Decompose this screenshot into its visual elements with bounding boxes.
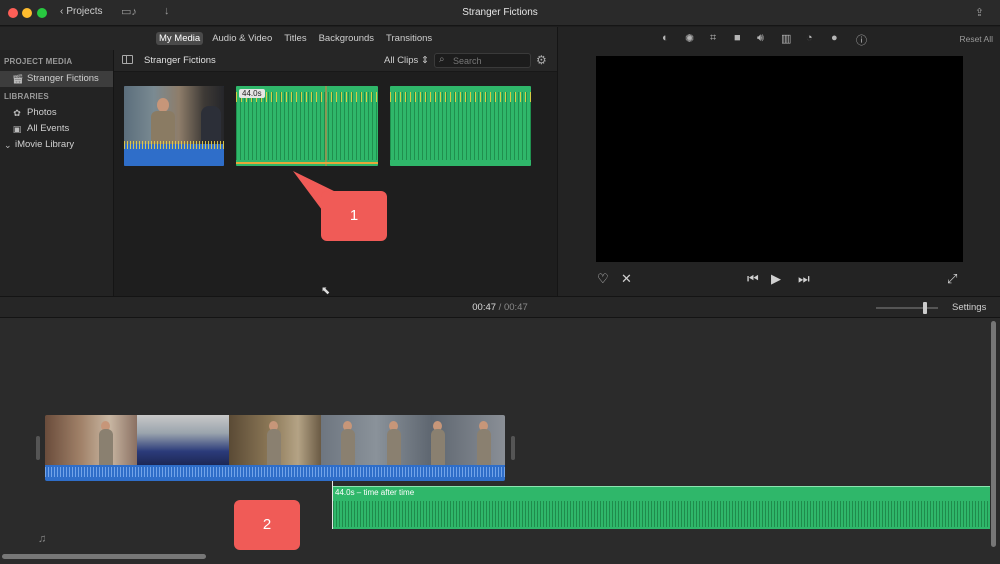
timecode: 00:47 / 00:47 bbox=[0, 302, 1000, 313]
clip-filter-icon[interactable]: ● bbox=[831, 32, 838, 44]
clip-person bbox=[151, 98, 175, 144]
clip-trim-handle-right[interactable] bbox=[511, 436, 515, 460]
current-time: 00:47 bbox=[472, 302, 497, 313]
chevron-down-icon: ⌄ bbox=[4, 140, 12, 150]
adjustments-toolbar: ◐ ✺ ⌗ ■ 🔊︎ ▥ ◔ ● ⓘ Reset All bbox=[558, 27, 1000, 51]
settings-button[interactable]: Settings bbox=[952, 302, 986, 313]
skip-forward-icon[interactable]: ⏭︎ bbox=[798, 271, 810, 287]
media-browser: 44.0s bbox=[114, 72, 557, 296]
speed-icon[interactable]: ◔ bbox=[806, 32, 813, 44]
video-thumbnail bbox=[45, 415, 137, 467]
media-browser-header: Stranger Fictions All Clips ⇕ ⌕ ⚙ bbox=[114, 50, 557, 72]
star-box-icon: ▣ bbox=[12, 124, 22, 134]
photos-icon: ✿ bbox=[13, 108, 21, 118]
media-clip-audio-selected[interactable]: 44.0s bbox=[236, 86, 378, 166]
sidebar-item-stranger-fictions[interactable]: 🎬︎ Stranger Fictions bbox=[0, 71, 113, 87]
share-icon[interactable]: ⇪ bbox=[975, 6, 984, 19]
color-balance-icon[interactable]: ◐ bbox=[662, 32, 669, 44]
clip-filter-label: All Clips bbox=[384, 55, 419, 66]
horizontal-scrollbar[interactable] bbox=[2, 554, 206, 559]
tab-backgrounds[interactable]: Backgrounds bbox=[316, 32, 377, 45]
browser-tabs-bar: My Media Audio & Video Titles Background… bbox=[0, 27, 557, 50]
audio-waveform bbox=[236, 92, 378, 160]
libraries-heading: LIBRARIES bbox=[4, 92, 49, 101]
clip-person bbox=[201, 106, 221, 144]
crop-icon[interactable]: ⌗ bbox=[710, 32, 716, 45]
volume-icon[interactable]: 🔊︎ bbox=[757, 32, 764, 45]
clip-filter-select[interactable]: All Clips ⇕ bbox=[384, 55, 429, 66]
clip-audio-peaks bbox=[124, 141, 224, 149]
timeline-music-clip[interactable]: 44.0s – time after time bbox=[333, 486, 990, 529]
info-icon[interactable]: ⓘ bbox=[856, 32, 867, 48]
callout-1: 1 bbox=[321, 191, 387, 241]
fullscreen-icon[interactable]: ⤢ bbox=[947, 271, 957, 287]
total-time: 00:47 bbox=[503, 302, 528, 313]
noise-reduction-icon[interactable]: ▥ bbox=[781, 32, 791, 45]
timeline-video-clip[interactable] bbox=[45, 415, 505, 467]
audio-waveform bbox=[390, 92, 531, 160]
sidebar-item-imovie-library[interactable]: ⌄ iMovie Library bbox=[0, 137, 113, 153]
music-clip-label: 44.0s – time after time bbox=[335, 488, 415, 497]
skimmer-line bbox=[325, 86, 327, 166]
search-field[interactable]: ⌕ bbox=[434, 53, 531, 68]
heart-icon[interactable]: ♡ bbox=[597, 271, 609, 287]
timeline-header: 00:47 / 00:47 Settings bbox=[0, 296, 1000, 318]
skip-back-icon[interactable]: ⏮︎ bbox=[747, 271, 759, 287]
window-title: Stranger Fictions bbox=[462, 7, 538, 18]
sidebar-item-label: All Events bbox=[27, 123, 70, 134]
color-correction-icon[interactable]: ✺ bbox=[685, 32, 694, 45]
sidebar-item-label: Stranger Fictions bbox=[27, 73, 99, 84]
tab-audio-video[interactable]: Audio & Video bbox=[209, 32, 275, 45]
duration-badge: 44.0s bbox=[239, 89, 265, 98]
tab-my-media[interactable]: My Media bbox=[156, 32, 204, 45]
music-note-icon: ♫ bbox=[38, 533, 47, 545]
gear-icon[interactable]: ⚙ bbox=[536, 53, 547, 67]
media-clip-video[interactable] bbox=[124, 86, 224, 166]
sidebar-item-label: Photos bbox=[27, 107, 57, 118]
search-icon: ⌕ bbox=[439, 54, 445, 65]
video-thumbnail bbox=[321, 415, 505, 467]
event-title: Stranger Fictions bbox=[144, 55, 216, 66]
video-thumbnail bbox=[229, 415, 321, 467]
play-icon[interactable]: ▶ bbox=[771, 271, 781, 287]
callout-2: 2 bbox=[234, 500, 300, 550]
preview-screen bbox=[596, 56, 963, 262]
media-clip-audio[interactable] bbox=[390, 86, 531, 166]
tab-transitions[interactable]: Transitions bbox=[383, 32, 435, 45]
sidebar-item-all-events[interactable]: ▣ All Events bbox=[0, 121, 113, 137]
audio-peaks bbox=[390, 92, 531, 102]
search-input[interactable] bbox=[453, 55, 529, 66]
timeline-clip-audio bbox=[45, 465, 505, 481]
video-thumbnail bbox=[137, 415, 229, 467]
reject-icon[interactable]: ✕ bbox=[621, 271, 632, 287]
vertical-scrollbar[interactable] bbox=[991, 321, 996, 547]
toggle-sidebar-icon[interactable] bbox=[122, 55, 133, 64]
sidebar-item-photos[interactable]: ✿ Photos bbox=[0, 105, 113, 121]
tab-titles[interactable]: Titles bbox=[281, 32, 309, 45]
timeline[interactable]: 44.0s – time after time ♫ bbox=[0, 318, 1000, 564]
time-separator: / bbox=[498, 302, 502, 313]
selection-range-bar bbox=[236, 162, 378, 164]
project-media-heading: PROJECT MEDIA bbox=[4, 57, 73, 66]
title-bar: ‹ Projects ▭♪ ↓ Stranger Fictions ⇪ bbox=[0, 0, 1000, 26]
clapper-icon: 🎬︎ bbox=[12, 74, 24, 84]
stabilization-icon[interactable]: ■ bbox=[734, 32, 741, 44]
clip-trim-handle-left[interactable] bbox=[36, 436, 40, 460]
zoom-slider-knob[interactable] bbox=[923, 302, 927, 314]
reset-all-button[interactable]: Reset All bbox=[959, 34, 993, 44]
music-waveform bbox=[333, 501, 990, 527]
sidebar-item-label: iMovie Library bbox=[15, 139, 75, 150]
library-sidebar: PROJECT MEDIA 🎬︎ Stranger Fictions LIBRA… bbox=[0, 50, 114, 296]
viewer-panel: ◐ ✺ ⌗ ■ 🔊︎ ▥ ◔ ● ⓘ Reset All ♡ ✕ ⏮︎ ▶ ⏭︎… bbox=[557, 27, 1000, 296]
timeline-zoom-slider[interactable] bbox=[876, 302, 938, 314]
